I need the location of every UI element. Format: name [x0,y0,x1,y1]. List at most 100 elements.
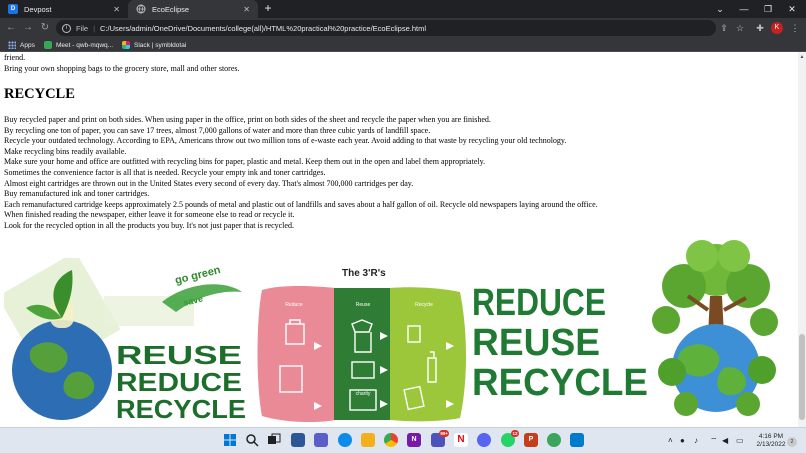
tab-devpost[interactable]: D Devpost ✕ [0,0,128,18]
recycle-word: RECYCLE [472,362,648,397]
reduce-word: REDUCE [472,282,606,324]
tab-title: Devpost [24,4,52,14]
taskbar-clock[interactable]: 4:16 PM 2/13/2022 [754,433,788,449]
recycle-text: Buy recycled paper and print on both sid… [4,115,598,232]
reuse-word: REUSE [116,340,242,370]
text-line: Each remanufactured cartridge keeps appr… [4,199,598,209]
globe-icon [136,4,146,14]
new-tab-button[interactable]: + [262,2,274,14]
url-text: C:/Users/admin/OneDrive/Documents/colleg… [100,23,427,33]
address-bar[interactable]: i File | C:/Users/admin/OneDrive/Documen… [56,20,716,36]
text-line: By recycling one ton of paper, you can s… [4,125,431,135]
charity-label: charity [356,391,371,397]
tab-search-icon[interactable]: ⌄ [708,0,732,18]
restore-button[interactable]: ❐ [756,0,780,18]
reload-icon[interactable]: ↻ [38,21,52,35]
close-window-button[interactable]: ✕ [780,0,804,18]
page-scrollbar[interactable]: ▲ [798,52,806,427]
close-tab-icon[interactable]: ✕ [243,5,250,14]
notification-badge[interactable]: 2 [787,437,797,447]
globe-app-icon[interactable] [547,433,561,447]
text-line: Bring your own shopping bags to the groc… [4,63,240,73]
vscode-icon[interactable] [570,433,584,447]
recycle-heading: RECYCLE [4,86,75,102]
bookmark-star-icon[interactable]: ☆ [733,21,747,35]
clock-date: 2/13/2022 [756,441,786,448]
slack-icon [122,41,130,49]
teams-icon[interactable]: 99+ [431,430,449,447]
text-line: When finished reading the newspaper, eit… [4,210,295,220]
earth-icon [12,320,112,420]
reduce-reuse-recycle-text-image: REDUCE REUSE RECYCLE [472,282,648,397]
reuse-word: REUSE [472,322,600,364]
windows-start-icon[interactable] [223,433,237,447]
search-icon[interactable] [245,433,259,447]
devpost-icon: D [8,4,18,14]
text-line: Sometimes the convenience factor is all … [4,167,326,177]
bookmark-label: Slack | symbldotai [134,41,187,49]
column-recycle-label: Recycle [415,302,433,308]
share-icon[interactable]: ⇪ [717,21,731,35]
recycle-word: RECYCLE [116,394,246,420]
volume-icon[interactable]: ◀ [722,436,728,445]
netflix-icon[interactable]: N [454,433,468,447]
text-line: Buy remanufactured ink and toner cartrid… [4,189,150,199]
extensions-icon[interactable]: ✚ [753,21,767,35]
bookmark-label: Apps [20,41,35,49]
powerpoint-icon[interactable]: P [524,433,538,447]
text-line: Almost eight cartridges are thrown out i… [4,178,414,188]
bookmark-label: Meet - qwb-mqwq... [56,41,114,49]
reduce-word: REDUCE [116,367,242,397]
chrome-icon[interactable] [384,433,398,447]
menu-icon[interactable]: ⋮ [788,21,802,35]
three-rs-title: The 3'R's [342,268,386,279]
antivirus-icon[interactable]: ● [680,436,685,445]
close-tab-icon[interactable]: ✕ [113,5,120,14]
chevron-up-icon[interactable]: ˄ [668,436,673,445]
windows-taskbar: N 99+ N 12 P ˄ ● ♪ ⌔ ◀ ▭ 4:16 PM 2/13/20… [0,427,806,453]
apps-grid-icon [8,41,16,49]
bookmark-apps[interactable]: Apps [8,40,35,50]
bookmark-slack[interactable]: Slack | symbldotai [122,40,186,50]
task-view-icon[interactable] [267,433,281,447]
text-line: Make recycling bins readily available. [4,146,127,156]
microphone-icon[interactable]: ♪ [694,436,698,445]
info-icon[interactable]: i [62,23,71,33]
bookmark-meet[interactable]: Meet - qwb-mqwq... [44,40,113,50]
minimize-button[interactable]: — [732,0,756,18]
profile-avatar[interactable]: K [771,22,783,34]
discord-icon[interactable] [477,433,491,447]
edge-icon[interactable] [338,433,352,447]
forward-icon[interactable]: → [21,21,35,35]
scroll-up-arrow-icon[interactable]: ▲ [798,54,806,60]
file-explorer-icon[interactable] [361,433,375,447]
text-line: Buy recycled paper and print on both sid… [4,115,491,124]
go-green-text: go green [174,264,222,287]
browser-toolbar: ← → ↻ i File | C:/Users/admin/OneDrive/D… [0,18,806,38]
page-viewport: friend. Bring your own shopping bags to … [0,52,798,427]
text-line: Make sure your home and office are outfi… [4,157,486,167]
tab-ecoeclipse[interactable]: EcoEclipse ✕ [128,0,258,18]
reuse-reduce-recycle-image: go green save REUSE REDUCE RECYCLE [4,258,246,420]
widgets-icon[interactable] [291,433,305,447]
three-rs-image: The 3'R's Reduce Reuse Recycle charity [257,268,466,422]
intro-text: friend. Bring your own shopping bags to … [4,53,240,74]
onenote-icon[interactable]: N [407,433,421,447]
scheme-label: File [76,23,89,33]
wifi-icon[interactable]: ⌔ [710,436,718,446]
whatsapp-icon[interactable]: 12 [501,430,519,447]
scrollbar-thumb[interactable] [799,334,805,420]
tab-strip: D Devpost ✕ EcoEclipse ✕ + ⌄ — ❐ ✕ [0,0,806,18]
text-line: Recycle your outdated technology. Accord… [4,136,567,146]
teams-badge: 99+ [439,430,449,437]
meet-icon [44,41,52,49]
teams-chat-icon[interactable] [314,433,328,447]
tree-earth-image [652,240,778,416]
whatsapp-badge: 12 [511,430,519,437]
back-icon[interactable]: ← [4,21,18,35]
battery-icon[interactable]: ▭ [736,436,744,445]
text-line: Look for the recycled option in all the … [4,220,294,230]
column-reuse-label: Reuse [356,302,371,308]
clock-time: 4:16 PM [758,433,784,440]
column-reduce-label: Reduce [285,302,302,308]
